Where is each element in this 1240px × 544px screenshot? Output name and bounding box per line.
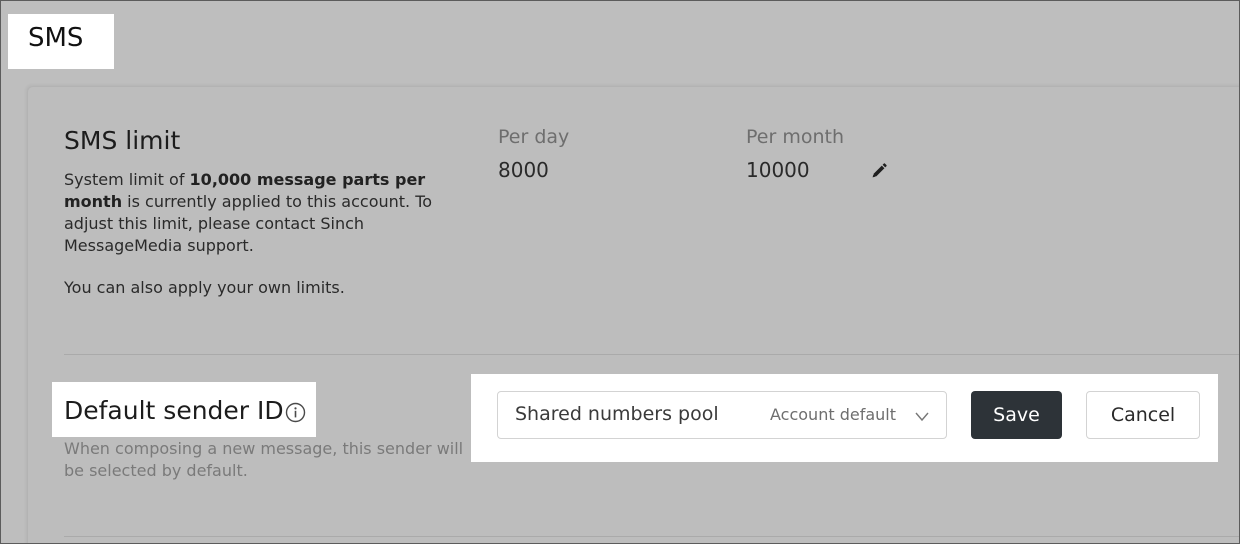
sender-id-description: When composing a new message, this sende… [64, 439, 464, 480]
own-limits-note: You can also apply your own limits. [64, 278, 345, 297]
info-icon[interactable] [285, 402, 306, 423]
per-month-value: 10000 [746, 158, 810, 182]
pencil-icon[interactable] [869, 161, 889, 181]
sms-limit-title: SMS limit [64, 126, 181, 155]
sms-limit-description: System limit of 10,000 message parts per… [64, 169, 459, 257]
sender-actions-panel: Shared numbers pool Account default Save… [471, 374, 1218, 462]
sender-title-highlight: Default sender ID [52, 382, 316, 437]
save-button[interactable]: Save [971, 391, 1062, 439]
limit-desc-prefix: System limit of [64, 170, 190, 189]
sender-select-value: Shared numbers pool [515, 403, 719, 425]
per-day-label: Per day [498, 126, 570, 148]
section-divider [64, 354, 1239, 355]
cancel-button[interactable]: Cancel [1086, 391, 1200, 439]
sender-select-hint: Account default [770, 405, 896, 424]
sender-id-title: Default sender ID [64, 396, 284, 425]
sender-id-select[interactable]: Shared numbers pool Account default [497, 391, 947, 439]
chevron-down-icon [914, 408, 930, 424]
section-divider-bottom [64, 536, 1239, 537]
per-month-label: Per month [746, 126, 844, 148]
page-title: SMS [28, 23, 84, 53]
per-day-value: 8000 [498, 158, 549, 182]
page-title-highlight: SMS [8, 14, 114, 69]
app-frame: SMS SMS limit System limit of 10,000 mes… [0, 0, 1240, 544]
